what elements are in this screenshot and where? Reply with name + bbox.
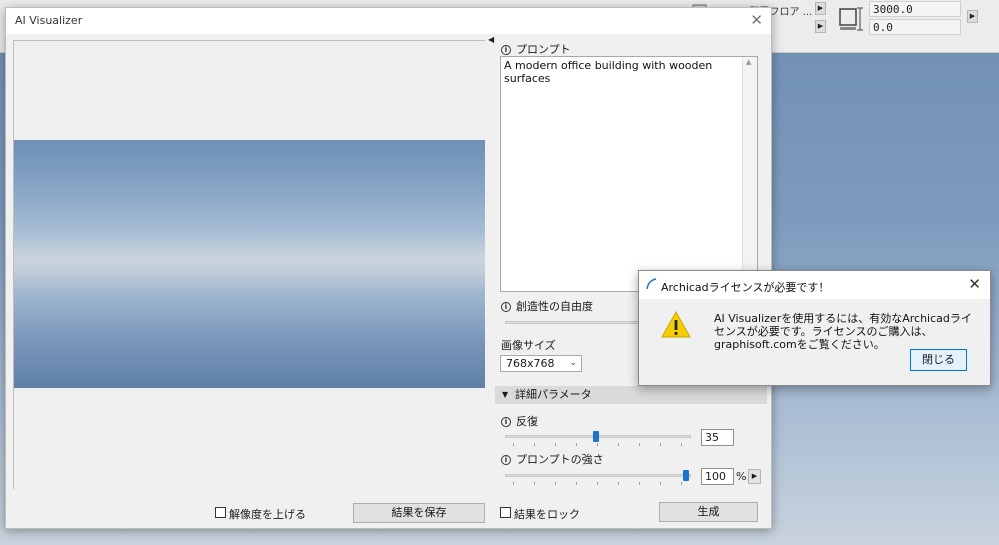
advanced-parameters-label: 詳細パラメータ [515,388,592,401]
offset-field[interactable]: 0.0 [869,19,961,35]
window-title: AI Visualizer [15,14,83,27]
iterations-slider-thumb[interactable] [593,431,600,442]
info-icon[interactable]: i [501,302,511,312]
slider-tick [639,482,640,485]
height-dimension-icon[interactable] [838,6,864,35]
slider-tick [618,482,619,485]
license-dialog: Archicadライセンスが必要です！ ✕ AI Visualizerを使用する… [638,270,991,386]
creativity-slider[interactable] [505,321,645,324]
prompt-strength-arrow-button[interactable]: ▶ [748,469,761,484]
window-close-icon[interactable]: ✕ [750,11,763,29]
prompt-input[interactable]: A modern office building with wooden sur… [500,56,758,292]
slider-tick [576,443,577,446]
iterations-input[interactable]: 35 [701,429,734,446]
upscale-checkbox[interactable] [215,507,226,518]
prompt-strength-label-row: i プロンプトの強さ [501,451,604,467]
slider-tick [618,443,619,446]
lock-result-label: 結果をロック [514,508,580,521]
dialog-titlebar[interactable]: Archicadライセンスが必要です！ ✕ [639,271,990,299]
slider-tick [513,482,514,485]
info-icon[interactable]: i [501,45,511,55]
slider-tick [534,443,535,446]
panel-collapse-icon[interactable]: ◀ [488,35,494,44]
prompt-scrollbar[interactable]: ▲ [742,57,757,291]
info-icon[interactable]: i [501,455,511,465]
slider-tick [555,482,556,485]
archicad-app-icon [645,278,657,293]
prompt-strength-slider-thumb[interactable] [683,470,689,481]
slider-tick [513,443,514,446]
height-field[interactable]: 3000.0 [869,1,961,17]
dialog-close-icon[interactable]: ✕ [968,275,981,293]
slider-tick [597,443,598,446]
prompt-label-row: i プロンプト [501,41,571,57]
generated-image [14,140,485,388]
slider-tick [534,482,535,485]
warning-icon [661,310,691,341]
ai-visualizer-window: AI Visualizer ✕ ◀ i プロンプト A modern office… [5,7,772,529]
upscale-label: 解像度を上げる [229,508,306,521]
dialog-title: Archicadライセンスが必要です！ [661,281,830,294]
window-titlebar[interactable]: AI Visualizer ✕ [6,8,771,34]
percent-unit: % [736,470,747,483]
info-icon[interactable]: i [501,417,511,427]
slider-tick [660,443,661,446]
generate-button[interactable]: 生成 [659,502,758,522]
lock-result-checkbox[interactable] [500,507,511,518]
dialog-close-button[interactable]: 閉じる [910,349,967,371]
image-preview [13,40,485,489]
slider-tick [660,482,661,485]
field-arrow-button[interactable]: ▶ [967,10,978,23]
prompt-label: プロンプト [516,43,571,56]
creativity-label: 創造性の自由度 [516,300,593,313]
iterations-label-row: i 反復 [501,413,538,429]
prompt-text: A modern office building with wooden sur… [504,59,713,85]
slider-tick [681,482,682,485]
prompt-strength-slider[interactable] [505,474,691,477]
floor-arrow-button-2[interactable]: ▶ [815,20,826,33]
save-result-button[interactable]: 結果を保存 [353,503,485,523]
iterations-label: 反復 [516,415,538,428]
collapse-triangle-icon: ▼ [502,390,509,399]
scroll-up-icon[interactable]: ▲ [746,58,751,66]
image-size-value: 768x768 [506,357,555,370]
image-size-label: 画像サイズ [501,339,556,352]
slider-tick [576,482,577,485]
prompt-strength-label: プロンプトの強さ [516,453,604,466]
creativity-label-row: i 創造性の自由度 [501,298,593,314]
chevron-down-icon: ⌄ [569,358,577,368]
dialog-message: AI Visualizerを使用するには、有効なArchicadライセンスが必要… [714,312,972,351]
advanced-parameters-header[interactable]: ▼ 詳細パラメータ [495,386,767,404]
slider-tick [639,443,640,446]
image-size-select[interactable]: 768x768 ⌄ [500,355,582,372]
slider-tick [681,443,682,446]
floor-arrow-button[interactable]: ▶ [815,2,826,15]
slider-tick [597,482,598,485]
prompt-strength-input[interactable]: 100 [701,468,734,485]
slider-tick [555,443,556,446]
